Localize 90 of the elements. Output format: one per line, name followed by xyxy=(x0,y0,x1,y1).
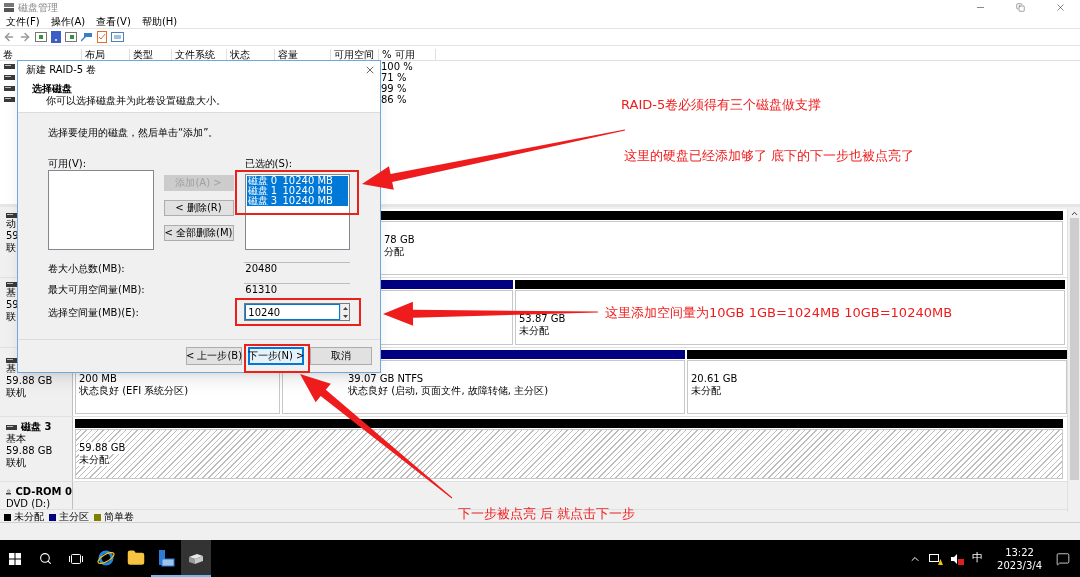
taskbar-app[interactable] xyxy=(181,540,211,577)
task-view-icon[interactable] xyxy=(69,553,83,564)
disk-info: 59.88 GB xyxy=(6,375,53,387)
annotation-text: 这里的硬盘已经添加够了 底下的下一步也被点亮了 xyxy=(624,148,915,164)
disk-list-item[interactable]: 磁盘 1 10240 MB xyxy=(246,186,348,196)
disk-info: 基 xyxy=(6,363,16,375)
ime-indicator[interactable]: 中 xyxy=(972,550,984,567)
readonly-field: 20480 xyxy=(244,262,350,275)
partition-text: 200 MB xyxy=(79,373,117,385)
disk-list-item[interactable]: 磁盘 3 10240 MB xyxy=(246,196,348,206)
menu-item[interactable]: 文件(F) xyxy=(6,15,40,28)
readonly-field: 61310 xyxy=(244,283,350,296)
browser-icon[interactable] xyxy=(97,548,115,567)
close-icon[interactable] xyxy=(1055,2,1066,13)
cd-drive-icon xyxy=(6,487,12,497)
annotation-text: 这里添加空间量为10GB 1GB=1024MB 10GB=10240MB xyxy=(605,305,953,321)
dialog-title: 新建 RAID-5 卷 xyxy=(26,63,97,77)
connect-icon[interactable] xyxy=(81,32,93,42)
partition-text: 未分配 xyxy=(79,454,109,466)
partition-text: 状态良好 (启动, 页面文件, 故障转储, 主分区) xyxy=(348,385,549,397)
field-label: 最大可用空间量(MB): xyxy=(48,283,146,297)
back-icon[interactable] xyxy=(3,31,15,43)
speaker-muted-icon[interactable] xyxy=(951,552,965,565)
checklist-icon[interactable] xyxy=(97,31,107,43)
partition-text: 状态良好 (EFI 系统分区) xyxy=(79,385,189,397)
partition-text: 20.61 GB xyxy=(691,373,738,385)
menu-item[interactable]: 操作(A) xyxy=(50,15,86,28)
scroll-up-icon[interactable] xyxy=(1069,209,1079,218)
disk-info: 联机 xyxy=(6,387,26,399)
app-icon xyxy=(4,3,14,12)
disk-name: CD-ROM 0 xyxy=(15,486,72,498)
disk-info: 联 xyxy=(6,242,16,254)
partition-text: 59.88 GB xyxy=(79,442,126,454)
partition-text: 分配 xyxy=(384,246,404,258)
list-label: 可用(V): xyxy=(48,158,86,170)
search-icon[interactable] xyxy=(38,552,52,565)
disk-info: 动 xyxy=(6,218,16,230)
help-icon[interactable] xyxy=(51,31,61,43)
legend-label: 主分区 xyxy=(59,512,89,522)
disk-list-item[interactable]: 磁盘 0 10240 MB xyxy=(246,176,348,186)
table-cell-text: 71 % xyxy=(380,72,407,83)
panel-icon[interactable] xyxy=(35,32,47,42)
disk-info: 59.88 GB xyxy=(6,445,53,457)
table-cell-text: 100 % xyxy=(380,61,413,72)
spin-down-icon[interactable] xyxy=(342,314,348,318)
forward-icon[interactable] xyxy=(19,31,31,43)
partition-text: 未分配 xyxy=(519,325,549,337)
start-icon[interactable] xyxy=(8,552,21,565)
dialog-heading: 选择磁盘 xyxy=(32,83,72,95)
folder-icon[interactable] xyxy=(127,548,145,567)
disk-info: DVD (D:) xyxy=(6,498,51,510)
disk-info: 基本 xyxy=(6,433,26,445)
table-cell-text: 86 % xyxy=(380,94,407,105)
partition-text: 39.07 GB NTFS xyxy=(348,373,424,385)
field-label: 选择空间量(MB)(E): xyxy=(48,305,140,320)
size-spin-field[interactable]: 10240 xyxy=(244,303,350,321)
window-title: 磁盘管理 xyxy=(18,1,58,15)
scrollbar[interactable] xyxy=(1067,209,1080,512)
selected-disks-list[interactable]: 磁盘 0 10240 MB 磁盘 1 10240 MB 磁盘 3 10240 MB xyxy=(244,174,350,250)
partition-text: 未分配 xyxy=(691,385,721,397)
clock[interactable]: 13:22 2023/3/4 xyxy=(991,545,1048,572)
legend-label: 未分配 xyxy=(14,512,44,522)
list-label: 已选的(S): xyxy=(244,158,293,170)
dialog-subheading: 你可以选择磁盘并为此卷设置磁盘大小。 xyxy=(46,95,226,107)
annotation-text: 下一步被点亮 后 就点击下一步 xyxy=(458,506,636,522)
move-button[interactable]: < 全部删除(M) xyxy=(163,225,234,241)
panel-icon[interactable] xyxy=(65,32,77,42)
dialog-button[interactable]: 取消 xyxy=(310,347,372,365)
notification-icon[interactable] xyxy=(1056,551,1070,566)
disk-name: 磁盘 3 xyxy=(21,421,52,433)
legend-label: 简单卷 xyxy=(104,512,134,522)
partition-area[interactable]: 59.88 GB 未分配 xyxy=(75,429,1063,479)
server-icon[interactable] xyxy=(157,548,175,567)
partition-area[interactable]: 20.61 GB 未分配 xyxy=(687,360,1067,414)
partition-area[interactable]: 39.07 GB NTFS 状态良好 (启动, 页面文件, 故障转储, 主分区) xyxy=(282,360,685,414)
menu-item[interactable]: 查看(V) xyxy=(96,15,131,28)
disk-info: 基 xyxy=(6,287,16,299)
network-warning-icon[interactable] xyxy=(929,552,944,565)
spin-up-icon[interactable] xyxy=(342,306,348,310)
annotation-text: RAID-5卷必须得有三个磁盘做支撑 xyxy=(621,97,822,113)
available-disks-list[interactable] xyxy=(48,170,154,250)
partition-text: 78 GB xyxy=(384,234,415,246)
menu-item[interactable]: 帮助(H) xyxy=(141,15,178,28)
move-button[interactable]: < 删除(R) xyxy=(163,200,234,216)
disk-info: 联 xyxy=(6,311,16,323)
dialog-button[interactable]: < 上一步(B) xyxy=(186,347,242,365)
instruction-text: 选择要使用的磁盘，然后单击“添加”。 xyxy=(48,127,219,139)
table-cell-text: 99 % xyxy=(380,83,407,94)
properties-icon[interactable] xyxy=(111,32,124,42)
disk-info: 联机 xyxy=(6,457,26,469)
